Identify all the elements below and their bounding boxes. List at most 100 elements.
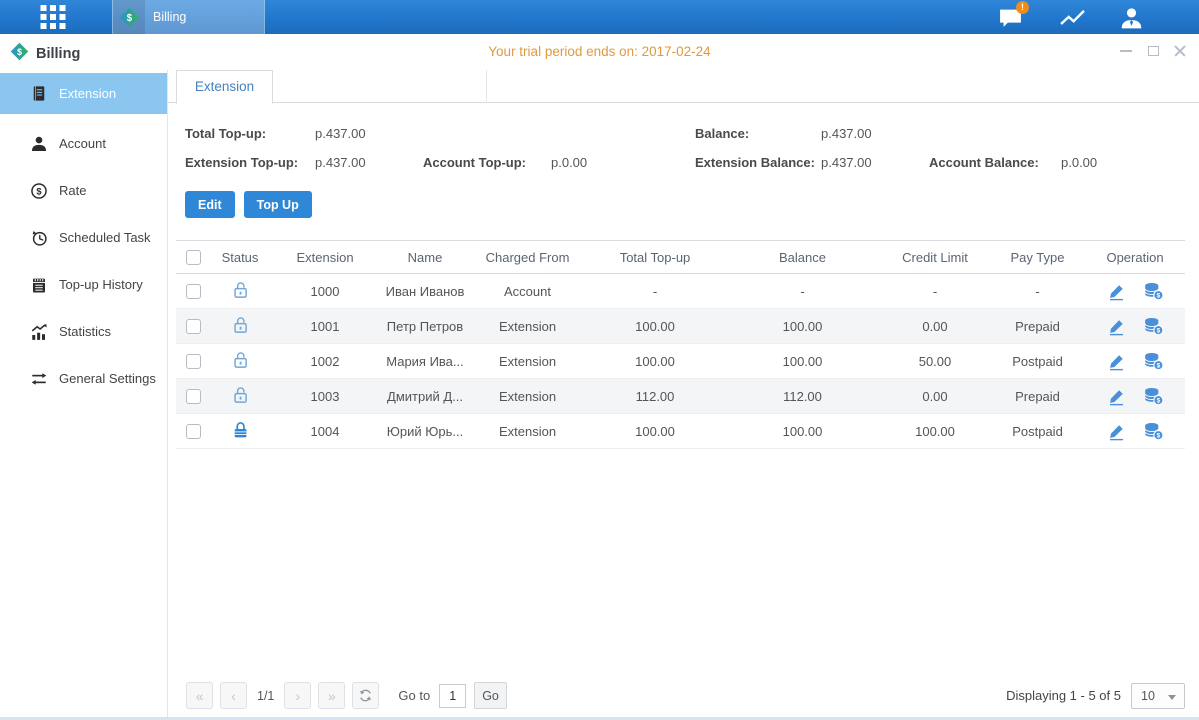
billing-window-icon: $ [10, 42, 29, 66]
sidebar-item-rate[interactable]: $ Rate [0, 167, 167, 214]
row-checkbox[interactable] [186, 424, 201, 439]
col-name: Name [380, 241, 470, 274]
next-page-button[interactable]: › [284, 682, 311, 709]
trial-notice: Your trial period ends on: 2017-02-24 [0, 34, 1199, 70]
select-all-checkbox[interactable] [186, 250, 201, 265]
sidebar-item-account[interactable]: Account [0, 120, 167, 167]
svg-text:$: $ [126, 13, 132, 24]
row-checkbox[interactable] [186, 284, 201, 299]
last-page-button[interactable]: » [318, 682, 345, 709]
pagination-bar: « ‹ 1/1 › » Go to Go Displaying 1 - 5 of… [186, 682, 1185, 709]
svg-text:$: $ [36, 186, 42, 196]
table-row: 1004 Юрий Юрь... Extension 100.00 100.00… [176, 414, 1185, 449]
prev-page-button[interactable]: ‹ [220, 682, 247, 709]
page-size-dropdown[interactable]: 10 [1131, 683, 1185, 709]
extension-topup-value: p.437.00 [315, 155, 423, 170]
sidebar-item-scheduled-task[interactable]: Scheduled Task [0, 214, 167, 261]
extension-balance-value: p.437.00 [821, 155, 929, 170]
tab-extension[interactable]: Extension [176, 70, 273, 104]
topup-icon[interactable]: $ [1143, 281, 1164, 301]
svg-text:$: $ [1156, 362, 1160, 369]
unlocked-icon [232, 315, 249, 334]
general-settings-arrows-icon [30, 370, 48, 388]
sidebar-item-extension[interactable]: Extension [0, 73, 167, 114]
refresh-icon [358, 688, 373, 703]
page-size-value: 10 [1141, 689, 1155, 703]
extension-balance-label: Extension Balance: [695, 155, 821, 170]
account-person-icon [30, 135, 48, 153]
tab-bar: Extension [168, 70, 1199, 103]
go-button[interactable]: Go [474, 682, 507, 709]
taskbar-item-billing[interactable]: $ Billing [112, 0, 265, 34]
balance-label: Balance: [695, 126, 821, 141]
desktop-topbar: $ Billing ! [0, 0, 1199, 34]
notification-badge: ! [1016, 1, 1029, 14]
window-title: Billing [36, 46, 80, 62]
svg-text:$: $ [1156, 432, 1160, 439]
topup-history-notepad-icon [30, 276, 48, 294]
user-account-icon[interactable] [1114, 5, 1148, 31]
edit-button[interactable]: Edit [185, 191, 235, 218]
edit-icon[interactable] [1107, 422, 1126, 441]
sidebar-item-label: Account [59, 136, 106, 151]
extensions-table: Status Extension Name Charged From Total… [176, 240, 1185, 449]
table-row: 1002 Мария Ива... Extension 100.00 100.0… [176, 344, 1185, 379]
row-checkbox[interactable] [186, 319, 201, 334]
total-topup-label: Total Top-up: [185, 126, 315, 141]
topup-icon[interactable]: $ [1143, 351, 1164, 371]
close-icon[interactable] [1173, 44, 1187, 58]
account-topup-value: p.0.00 [551, 155, 695, 170]
billing-app-icon: $ [113, 0, 145, 34]
table-header-row: Status Extension Name Charged From Total… [176, 241, 1185, 274]
page-indicator: 1/1 [257, 689, 274, 703]
edit-icon[interactable] [1107, 317, 1126, 336]
sidebar-item-general-settings[interactable]: General Settings [0, 355, 167, 402]
svg-text:$: $ [17, 47, 22, 57]
balance-summary: Total Top-up: p.437.00 Balance: p.437.00… [185, 126, 1199, 170]
sidebar-item-label: Top-up History [59, 277, 143, 292]
edit-icon[interactable] [1107, 282, 1126, 301]
displaying-count: Displaying 1 - 5 of 5 [1006, 688, 1121, 703]
sidebar-item-label: Scheduled Task [59, 230, 151, 245]
sidebar-item-statistics[interactable]: Statistics [0, 308, 167, 355]
rate-coin-icon: $ [30, 182, 48, 200]
balance-value: p.437.00 [821, 126, 929, 141]
refresh-button[interactable] [352, 682, 379, 709]
total-topup-value: p.437.00 [315, 126, 423, 141]
row-checkbox[interactable] [186, 354, 201, 369]
edit-icon[interactable] [1107, 387, 1126, 406]
col-credit-limit: Credit Limit [880, 241, 990, 274]
table-row: 1003 Дмитрий Д... Extension 112.00 112.0… [176, 379, 1185, 414]
svg-text:$: $ [1156, 397, 1160, 404]
edit-icon[interactable] [1107, 352, 1126, 371]
maximize-icon[interactable] [1146, 44, 1160, 58]
extension-ledger-icon [30, 84, 48, 103]
topup-icon[interactable]: $ [1143, 386, 1164, 406]
topup-icon[interactable]: $ [1143, 316, 1164, 336]
first-page-button[interactable]: « [186, 682, 213, 709]
scheduled-task-clock-icon [30, 229, 48, 247]
unlocked-icon [232, 385, 249, 404]
goto-page-input[interactable] [439, 684, 466, 708]
minimize-icon[interactable] [1119, 44, 1133, 58]
col-charged-from: Charged From [470, 241, 585, 274]
account-balance-value: p.0.00 [1061, 155, 1199, 170]
messages-icon[interactable]: ! [993, 5, 1027, 31]
account-balance-label: Account Balance: [929, 155, 1061, 170]
topup-icon[interactable]: $ [1143, 421, 1164, 441]
col-status: Status [210, 241, 270, 274]
tab-slot-divider [486, 70, 487, 103]
svg-text:$: $ [1156, 327, 1160, 334]
sidebar-item-topup-history[interactable]: Top-up History [0, 261, 167, 308]
taskbar-item-label: Billing [153, 10, 186, 24]
top-up-button[interactable]: Top Up [244, 191, 312, 218]
unlocked-icon [232, 350, 249, 369]
svg-text:$: $ [1156, 292, 1160, 299]
table-row: 1000 Иван Иванов Account - - - - $ [176, 274, 1185, 309]
col-total-topup: Total Top-up [585, 241, 725, 274]
app-launcher-grid-icon[interactable] [38, 4, 68, 30]
col-balance: Balance [725, 241, 880, 274]
resource-monitor-icon[interactable] [1055, 5, 1089, 31]
row-checkbox[interactable] [186, 389, 201, 404]
locked-icon [232, 420, 249, 439]
